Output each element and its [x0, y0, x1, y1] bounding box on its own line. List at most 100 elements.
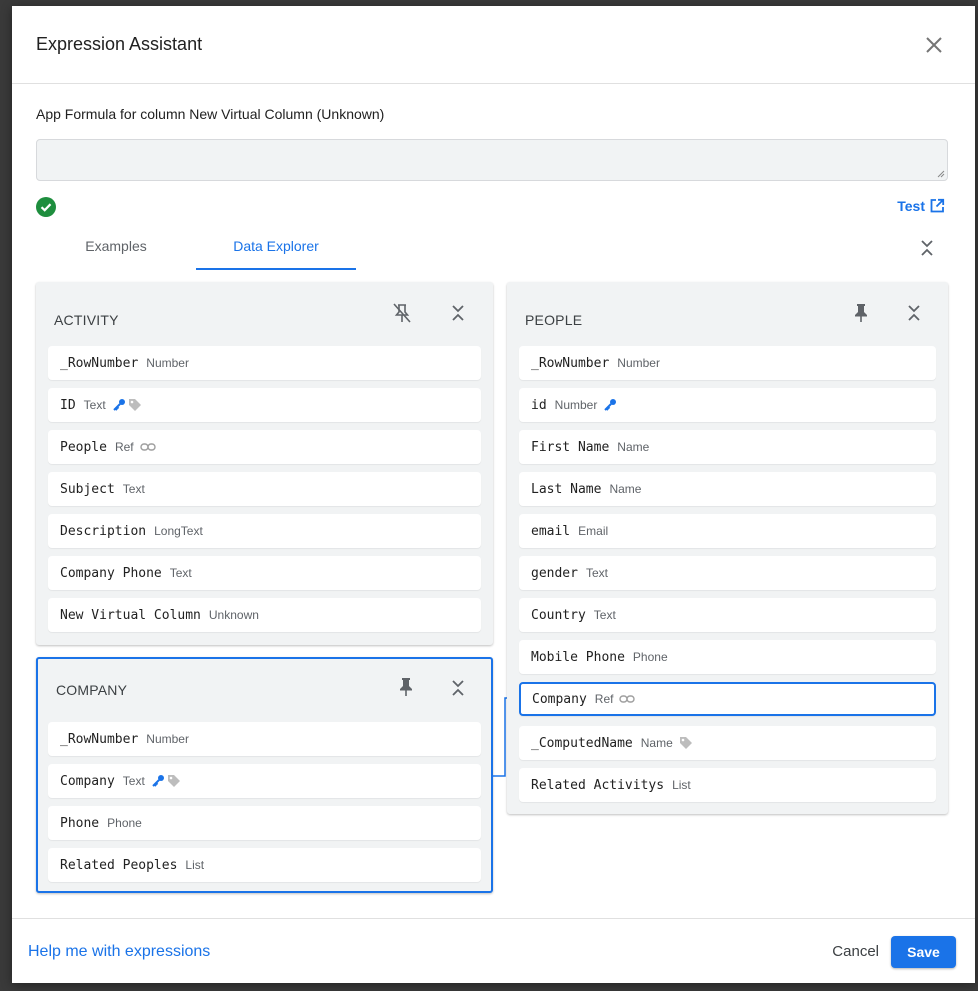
column-item[interactable]: Subject Text — [48, 472, 481, 506]
tab-data-explorer[interactable]: Data Explorer — [196, 238, 356, 254]
column-name: New Virtual Column — [60, 607, 201, 623]
column-type: Ref — [114, 440, 134, 454]
column-item[interactable]: New Virtual Column Unknown — [48, 598, 481, 632]
column-type: Number — [146, 356, 189, 370]
test-button[interactable]: Test — [897, 198, 945, 214]
dialog-header: Expression Assistant — [12, 6, 975, 84]
formula-label: App Formula for column New Virtual Colum… — [36, 106, 385, 122]
dialog-footer: Help me with expressions Cancel Save — [12, 918, 975, 983]
column-item-highlighted[interactable]: Company Ref — [519, 682, 936, 716]
column-name: email — [531, 523, 571, 539]
column-type: Unknown — [208, 608, 259, 622]
expression-assistant-dialog: Expression Assistant App Formula for col… — [12, 6, 975, 983]
column-item[interactable]: Related Peoples List — [48, 848, 481, 882]
column-type: Name — [640, 736, 673, 750]
column-name: _ComputedName — [531, 735, 633, 751]
dialog-title: Expression Assistant — [36, 34, 203, 54]
resize-grip-icon[interactable] — [937, 170, 945, 178]
column-item[interactable]: Related Activitys List — [519, 768, 936, 802]
column-name: _RowNumber — [60, 355, 139, 371]
tag-icon — [167, 774, 181, 788]
column-item[interactable]: ID Text — [48, 388, 481, 422]
column-item[interactable]: Mobile Phone Phone — [519, 640, 936, 674]
column-item[interactable]: People Ref — [48, 430, 481, 464]
column-item[interactable]: Phone Phone — [48, 806, 481, 840]
column-type: Ref — [594, 692, 614, 706]
column-name: Phone — [60, 815, 100, 831]
column-type: List — [185, 858, 205, 872]
column-name: _RowNumber — [60, 731, 139, 747]
table-panel-company[interactable]: COMPANY _RowNumber Number Company Text P… — [36, 657, 493, 893]
key-icon — [603, 398, 617, 412]
close-icon[interactable] — [923, 34, 945, 56]
collapse-icon[interactable] — [451, 304, 465, 322]
column-item[interactable]: First Name Name — [519, 430, 936, 464]
column-type: Text — [593, 608, 616, 622]
column-name: Company — [60, 773, 115, 789]
column-name: ID — [60, 397, 76, 413]
column-type: List — [672, 778, 691, 792]
column-item[interactable]: _ComputedName Name — [519, 726, 936, 760]
column-item[interactable]: Company Phone Text — [48, 556, 481, 590]
pin-icon[interactable] — [396, 676, 416, 698]
tag-icon — [128, 398, 142, 412]
column-type: Text — [122, 774, 145, 788]
collapse-icon[interactable] — [907, 304, 921, 322]
column-item[interactable]: Description LongText — [48, 514, 481, 548]
formula-input[interactable] — [36, 139, 948, 181]
table-title-people: PEOPLE — [525, 312, 583, 328]
column-type: Phone — [632, 650, 668, 664]
column-type: Phone — [107, 816, 142, 830]
column-name: Related Activitys — [531, 777, 665, 793]
table-title-company: COMPANY — [56, 682, 128, 698]
column-name: Subject — [60, 481, 115, 497]
column-name: _RowNumber — [531, 355, 610, 371]
column-type: Number — [146, 732, 189, 746]
column-name: Company — [532, 691, 587, 707]
help-link[interactable]: Help me with expressions — [28, 943, 210, 961]
collapse-icon[interactable] — [451, 679, 465, 697]
column-item[interactable]: Last Name Name — [519, 472, 936, 506]
key-icon — [151, 774, 165, 788]
column-type: LongText — [154, 524, 203, 538]
column-name: gender — [531, 565, 578, 581]
column-type: Name — [617, 440, 650, 454]
unpin-icon[interactable] — [392, 302, 412, 324]
column-name: Company Phone — [60, 565, 162, 581]
active-tab-indicator — [196, 268, 356, 270]
column-name: Country — [531, 607, 586, 623]
column-type: Number — [617, 356, 660, 370]
tab-examples[interactable]: Examples — [36, 238, 196, 254]
column-item[interactable]: id Number — [519, 388, 936, 422]
key-icon — [112, 398, 126, 412]
column-type: Email — [578, 524, 609, 538]
link-icon — [619, 694, 636, 704]
column-item[interactable]: _RowNumber Number — [48, 722, 481, 756]
table-title-activity: ACTIVITY — [54, 312, 119, 328]
column-type: Text — [83, 398, 106, 412]
column-item[interactable]: email Email — [519, 514, 936, 548]
column-type: Text — [169, 566, 192, 580]
column-name: Related Peoples — [60, 857, 178, 873]
save-button[interactable]: Save — [891, 936, 956, 968]
collapse-all-icon[interactable] — [919, 239, 935, 257]
column-item[interactable]: Company Text — [48, 764, 481, 798]
check-circle-icon — [36, 197, 56, 217]
column-item[interactable]: _RowNumber Number — [48, 346, 481, 380]
column-name: Description — [60, 523, 147, 539]
open-in-new-icon — [930, 198, 945, 213]
column-type: Text — [585, 566, 608, 580]
column-name: People — [60, 439, 107, 455]
link-icon — [139, 442, 156, 452]
column-item[interactable]: _RowNumber Number — [519, 346, 936, 380]
column-type: Number — [554, 398, 598, 412]
column-type: Text — [122, 482, 145, 496]
cancel-button[interactable]: Cancel — [832, 943, 879, 960]
column-name: id — [531, 397, 547, 413]
table-panel-activity: ACTIVITY _RowNumber Number ID Text Peopl… — [36, 282, 493, 645]
pin-icon[interactable] — [851, 302, 871, 324]
test-label: Test — [897, 198, 925, 214]
column-name: Mobile Phone — [531, 649, 625, 665]
column-item[interactable]: gender Text — [519, 556, 936, 590]
column-item[interactable]: Country Text — [519, 598, 936, 632]
